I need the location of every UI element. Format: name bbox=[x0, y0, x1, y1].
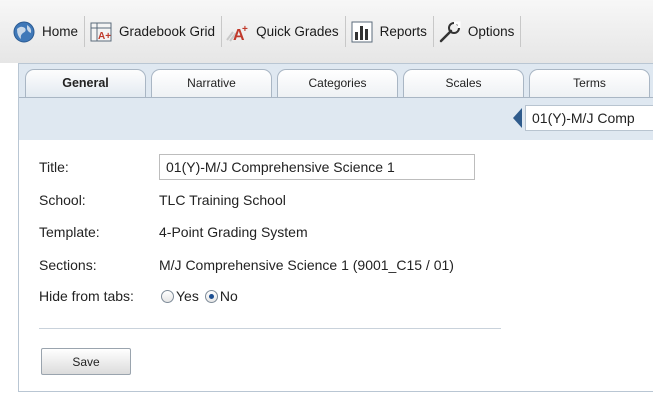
school-row: School: TLC Training School bbox=[39, 188, 286, 212]
quick-grades-button[interactable]: A + Quick Grades bbox=[222, 16, 346, 47]
sections-value: M/J Comprehensive Science 1 (9001_C15 / … bbox=[159, 257, 454, 273]
sections-row: Sections: M/J Comprehensive Science 1 (9… bbox=[39, 253, 454, 277]
template-row: Template: 4-Point Grading System bbox=[39, 220, 308, 244]
title-input[interactable] bbox=[159, 154, 475, 180]
main-toolbar: Home A+ Gradebook Grid A + Quick Grades … bbox=[0, 0, 653, 63]
section-selector[interactable]: 01(Y)-M/J Comp bbox=[513, 104, 653, 132]
sections-label: Sections: bbox=[39, 257, 97, 273]
school-value: TLC Training School bbox=[159, 192, 286, 208]
reports-button[interactable]: Reports bbox=[346, 16, 434, 47]
svg-text:A+: A+ bbox=[98, 31, 111, 42]
title-label: Title: bbox=[39, 159, 69, 175]
template-label: Template: bbox=[39, 224, 100, 240]
template-value: 4-Point Grading System bbox=[159, 224, 308, 240]
hide-yes-label: Yes bbox=[176, 288, 199, 304]
globe-icon bbox=[12, 20, 36, 44]
hide-no-radio[interactable]: No bbox=[204, 288, 238, 304]
home-button[interactable]: Home bbox=[12, 16, 86, 47]
quick-grades-label: Quick Grades bbox=[256, 24, 339, 39]
reports-chart-icon bbox=[350, 20, 374, 44]
radio-unchecked-icon[interactable] bbox=[161, 289, 174, 303]
tab-general[interactable]: General bbox=[25, 69, 146, 97]
tabs: General Narrative Categories Scales Term… bbox=[25, 69, 653, 97]
arrow-left-icon[interactable] bbox=[513, 108, 522, 128]
form-divider bbox=[39, 328, 501, 329]
radio-checked-icon[interactable] bbox=[204, 289, 218, 303]
gradebook-grid-icon: A+ bbox=[89, 20, 113, 44]
tab-bar: General Narrative Categories Scales Term… bbox=[19, 64, 653, 140]
tab-terms[interactable]: Terms bbox=[529, 69, 650, 97]
tab-scales[interactable]: Scales bbox=[403, 69, 524, 97]
hide-yes-radio[interactable]: Yes bbox=[161, 288, 199, 304]
hide-no-label: No bbox=[219, 288, 238, 304]
hide-from-tabs-label: Hide from tabs: bbox=[39, 288, 134, 304]
gradebook-grid-label: Gradebook Grid bbox=[119, 24, 216, 39]
title-row: Title: bbox=[39, 154, 475, 180]
quick-grades-icon: A + bbox=[226, 20, 250, 44]
options-button[interactable]: Options bbox=[434, 16, 522, 47]
tab-narrative[interactable]: Narrative bbox=[151, 69, 272, 97]
home-label: Home bbox=[42, 24, 79, 39]
gradebook-settings-panel: General Narrative Categories Scales Term… bbox=[18, 63, 653, 392]
options-wrench-icon bbox=[438, 20, 462, 44]
reports-label: Reports bbox=[379, 24, 427, 39]
gradebook-grid-button[interactable]: A+ Gradebook Grid bbox=[85, 16, 223, 47]
tab-categories[interactable]: Categories bbox=[277, 69, 398, 97]
svg-text:+: + bbox=[242, 24, 248, 35]
school-label: School: bbox=[39, 192, 86, 208]
section-selector-value: 01(Y)-M/J Comp bbox=[525, 105, 653, 131]
save-button[interactable]: Save bbox=[41, 348, 131, 375]
hide-from-tabs-row: Hide from tabs: Yes No bbox=[39, 284, 244, 308]
options-label: Options bbox=[467, 24, 515, 39]
